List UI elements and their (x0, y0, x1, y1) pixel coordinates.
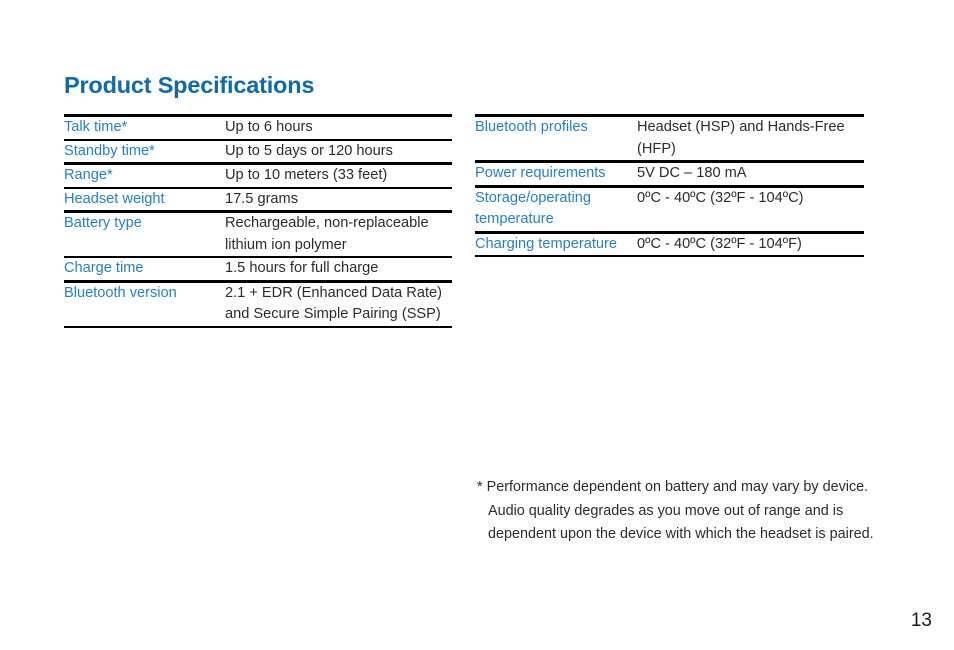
document-page: Product Specifications Talk time* Up to … (0, 0, 954, 650)
table-row: Headset weight 17.5 grams (64, 186, 452, 212)
table-bottom-rule (64, 325, 452, 329)
footnote-text: * Performance dependent on battery and m… (477, 479, 874, 543)
page-title: Product Specifications (64, 71, 315, 98)
page-number: 13 (910, 610, 932, 631)
spec-label: Headset weight (64, 186, 225, 212)
spec-value: Up to 6 hours (225, 114, 452, 140)
spec-label: Range* (64, 162, 225, 188)
spec-value: 0ºC - 40ºC (32ºF - 104ºC) (637, 184, 864, 232)
spec-label: Standby time* (64, 138, 225, 164)
spec-value: 17.5 grams (225, 186, 452, 212)
spec-label: Charging temperature (475, 230, 637, 256)
spec-label: Storage/operating temperature (475, 184, 637, 232)
spec-value: Headset (HSP) and Hands-Free (HFP) (637, 114, 864, 162)
spec-value: Up to 5 days or 120 hours (225, 138, 452, 164)
rule-segment (225, 325, 452, 329)
spec-table-left: Talk time* Up to 6 hours Standby time* U… (64, 114, 452, 329)
spec-label: Talk time* (64, 114, 225, 140)
table-row: Standby time* Up to 5 days or 120 hours (64, 138, 452, 164)
spec-value: Rechargeable, non-replaceable lithium io… (225, 210, 452, 257)
spec-label: Bluetooth version (64, 279, 225, 327)
table-row: Range* Up to 10 meters (33 feet) (64, 162, 452, 188)
table-row: Battery type Rechargeable, non-replaceab… (64, 210, 452, 257)
spec-value: Up to 10 meters (33 feet) (225, 162, 452, 188)
spec-label: Battery type (64, 210, 225, 257)
rule-segment (64, 325, 225, 329)
table-bottom-rule (475, 255, 864, 258)
table-row: Storage/operating temperature 0ºC - 40ºC… (475, 184, 864, 232)
table-row: Power requirements 5V DC – 180 mA (475, 160, 864, 186)
spec-value: 0ºC - 40ºC (32ºF - 104ºF) (637, 230, 864, 256)
spec-label: Bluetooth profiles (475, 114, 637, 162)
table-row: Charging temperature 0ºC - 40ºC (32ºF - … (475, 230, 864, 256)
table-row: Charge time 1.5 hours for full charge (64, 256, 452, 281)
rule-segment (637, 255, 864, 258)
table-row: Bluetooth profiles Headset (HSP) and Han… (475, 114, 864, 162)
rule-segment (475, 255, 637, 258)
spec-value: 2.1 + EDR (Enhanced Data Rate) and Secur… (225, 279, 452, 327)
table-row: Bluetooth version 2.1 + EDR (Enhanced Da… (64, 279, 452, 327)
spec-value: 1.5 hours for full charge (225, 256, 452, 281)
spec-label: Power requirements (475, 160, 637, 186)
spec-value: 5V DC – 180 mA (637, 160, 864, 186)
spec-label: Charge time (64, 256, 225, 281)
spec-table-right: Bluetooth profiles Headset (HSP) and Han… (475, 114, 864, 258)
table-row: Talk time* Up to 6 hours (64, 114, 452, 140)
